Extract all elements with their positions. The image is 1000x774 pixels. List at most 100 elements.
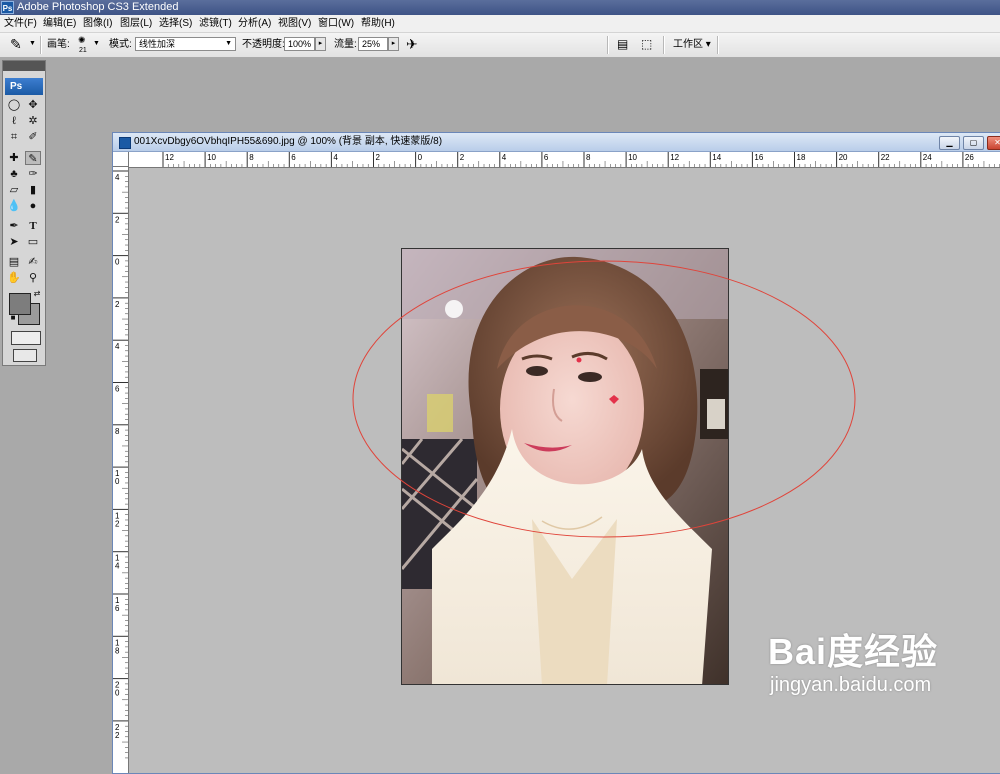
blend-mode-select[interactable]: 线性加深 ▼ — [135, 37, 236, 51]
blur-tool-icon[interactable]: 💧 — [6, 199, 22, 213]
app-title: Adobe Photoshop CS3 Extended — [17, 1, 179, 13]
menu-help[interactable]: 帮助(H) — [361, 17, 395, 30]
maximize-button[interactable]: ▢ — [963, 136, 984, 150]
ruler-tick-label: 4 — [115, 342, 120, 351]
separator — [663, 36, 665, 54]
zoom-tool-icon[interactable]: ⚲ — [25, 271, 41, 285]
eyedropper-tool-icon[interactable]: ✍ — [25, 255, 41, 269]
default-colors-icon[interactable]: ■ — [5, 311, 21, 325]
ruler-tick-label: 8 — [249, 153, 254, 162]
mode-label: 模式: — [109, 39, 132, 50]
clone-stamp-tool-icon[interactable]: ♣ — [6, 167, 22, 181]
eraser-tool-icon[interactable]: ▱ — [6, 183, 22, 197]
opacity-slider-button[interactable]: ▸ — [315, 37, 326, 51]
brush-tool-selected-icon[interactable]: ✎ — [25, 151, 41, 165]
horizontal-ruler[interactable]: 12 10 8 6 4 2 0 2 4 6 8 10 12 14 16 18 20 22 24 26 — [129, 152, 1000, 168]
ruler-tick-label: 10 — [207, 153, 216, 162]
hand-tool-icon[interactable]: ✋ — [6, 271, 22, 285]
ruler-tick-label: 2 — [115, 215, 120, 224]
shape-tool-icon[interactable]: ▭ — [25, 235, 41, 249]
ruler-tick-label: 12 — [165, 153, 174, 162]
opacity-value: 100% — [288, 39, 312, 49]
palette-well-icon[interactable]: ▤ — [617, 37, 628, 51]
menu-file[interactable]: 文件(F) — [4, 17, 37, 30]
menu-select[interactable]: 选择(S) — [159, 17, 192, 30]
crop-tool-icon[interactable]: ⌗ — [6, 130, 22, 144]
brush-preview-icon[interactable]: ✺ — [78, 36, 86, 45]
opacity-label: 不透明度: — [242, 39, 285, 50]
healing-brush-tool-icon[interactable]: ✚ — [6, 151, 22, 165]
close-button[interactable]: ✕ — [987, 136, 1000, 150]
brush-size: 21 — [79, 47, 87, 54]
flow-slider-button[interactable]: ▸ — [388, 37, 399, 51]
ruler-origin[interactable] — [113, 152, 129, 167]
airbrush-icon[interactable]: ✈ — [406, 36, 418, 52]
ruler-tick-label: 4 — [333, 153, 338, 162]
menu-view[interactable]: 视图(V) — [278, 17, 311, 30]
baidu-watermark: Bai度经验 jingyan.baidu.com — [768, 631, 939, 697]
ruler-tick-label: 12 — [670, 153, 679, 162]
gradient-tool-icon[interactable]: ▮ — [25, 183, 41, 197]
screen-mode-button[interactable] — [13, 349, 37, 362]
menu-bar: 文件(F) 编辑(E) 图像(I) 图层(L) 选择(S) 滤镜(T) 分析(A… — [0, 15, 1000, 33]
blend-mode-value: 线性加深 — [139, 39, 176, 49]
brush-picker-dropdown-icon[interactable]: ▼ — [93, 40, 100, 47]
minimize-button[interactable]: ▁ — [939, 136, 960, 150]
flow-value: 25% — [362, 39, 381, 49]
toolbox-header[interactable] — [3, 61, 45, 71]
options-bar: ✎ ▼ 画笔: ✺ 21 ▼ 模式: 线性加深 ▼ 不透明度: 100% ▸ 流… — [0, 33, 1000, 58]
dodge-tool-icon[interactable]: ● — [25, 199, 41, 213]
magic-wand-tool-icon[interactable]: ✲ — [25, 114, 41, 128]
lasso-tool-icon[interactable]: ℓ — [6, 114, 22, 128]
document-title-bar[interactable]: 001XcvDbgy6OVbhqIPH55&690.jpg @ 100% (背景… — [113, 133, 1000, 152]
ruler-tick-label: 20 — [839, 153, 848, 162]
opacity-input[interactable]: 100% — [284, 37, 315, 51]
flow-input[interactable]: 25% — [358, 37, 388, 51]
ruler-tick-label: 0 — [115, 477, 120, 486]
ruler-tick-label: 14 — [712, 153, 721, 162]
ruler-tick-label: 2 — [460, 153, 465, 162]
ruler-tick-label: 24 — [923, 153, 932, 162]
path-selection-tool-icon[interactable]: ➤ — [6, 235, 22, 249]
workspace-menu[interactable]: 工作区 ▾ — [673, 39, 711, 51]
marquee-tool-icon[interactable]: ◯ — [6, 98, 22, 112]
brush-tool-icon[interactable]: ✎ — [10, 37, 22, 51]
ruler-tick-label: 0 — [115, 689, 120, 698]
ruler-tick-label: 4 — [502, 153, 507, 162]
ruler-tick-label: 2 — [376, 153, 381, 162]
menu-filter[interactable]: 滤镜(T) — [199, 17, 232, 30]
pen-tool-icon[interactable]: ✒ — [6, 219, 22, 233]
photoshop-app-icon: Ps — [1, 1, 14, 14]
slice-tool-icon[interactable]: ✐ — [25, 130, 41, 144]
ruler-tick-label: 26 — [965, 153, 974, 162]
tool-preset-dropdown-icon[interactable]: ▼ — [29, 40, 36, 47]
photo-canvas[interactable] — [401, 248, 729, 685]
toolbox-logo[interactable]: Ps — [5, 78, 43, 95]
history-brush-tool-icon[interactable]: ✑ — [25, 167, 41, 181]
ruler-tick-label: 18 — [797, 153, 806, 162]
document-icon — [119, 137, 131, 149]
menu-edit[interactable]: 编辑(E) — [43, 17, 76, 30]
bridge-icon[interactable]: ⬚ — [641, 37, 652, 51]
vertical-ruler-ticks: 420246810121416182022 — [113, 170, 128, 759]
app-title-bar: Ps Adobe Photoshop CS3 Extended — [0, 0, 1000, 15]
notes-tool-icon[interactable]: ▤ — [6, 255, 22, 269]
ruler-tick-label: 0 — [418, 153, 423, 162]
menu-image[interactable]: 图像(I) — [83, 17, 112, 30]
horizontal-ruler-ticks: 12 10 8 6 4 2 0 2 4 6 8 10 12 14 16 18 20 22 24 26 — [162, 152, 1000, 167]
quick-mask-button[interactable] — [11, 331, 41, 345]
type-tool-icon[interactable]: T — [25, 219, 41, 233]
move-tool-icon[interactable]: ✥ — [25, 98, 41, 112]
menu-window[interactable]: 窗口(W) — [318, 17, 354, 30]
vertical-ruler[interactable]: 420246810121416182022 — [113, 167, 129, 773]
document-title: 001XcvDbgy6OVbhqIPH55&690.jpg @ 100% (背景… — [134, 136, 443, 147]
ruler-tick-label: 16 — [754, 153, 763, 162]
ruler-tick-label: 8 — [115, 427, 120, 436]
ruler-tick-label: 2 — [115, 519, 120, 528]
swap-colors-icon[interactable]: ⇄ — [29, 287, 45, 301]
menu-layer[interactable]: 图层(L) — [120, 17, 152, 30]
ruler-tick-label: 6 — [115, 604, 120, 613]
menu-analysis[interactable]: 分析(A) — [238, 17, 271, 30]
watermark-logo: Bai度经验 — [768, 631, 939, 672]
ruler-tick-label: 22 — [881, 153, 890, 162]
